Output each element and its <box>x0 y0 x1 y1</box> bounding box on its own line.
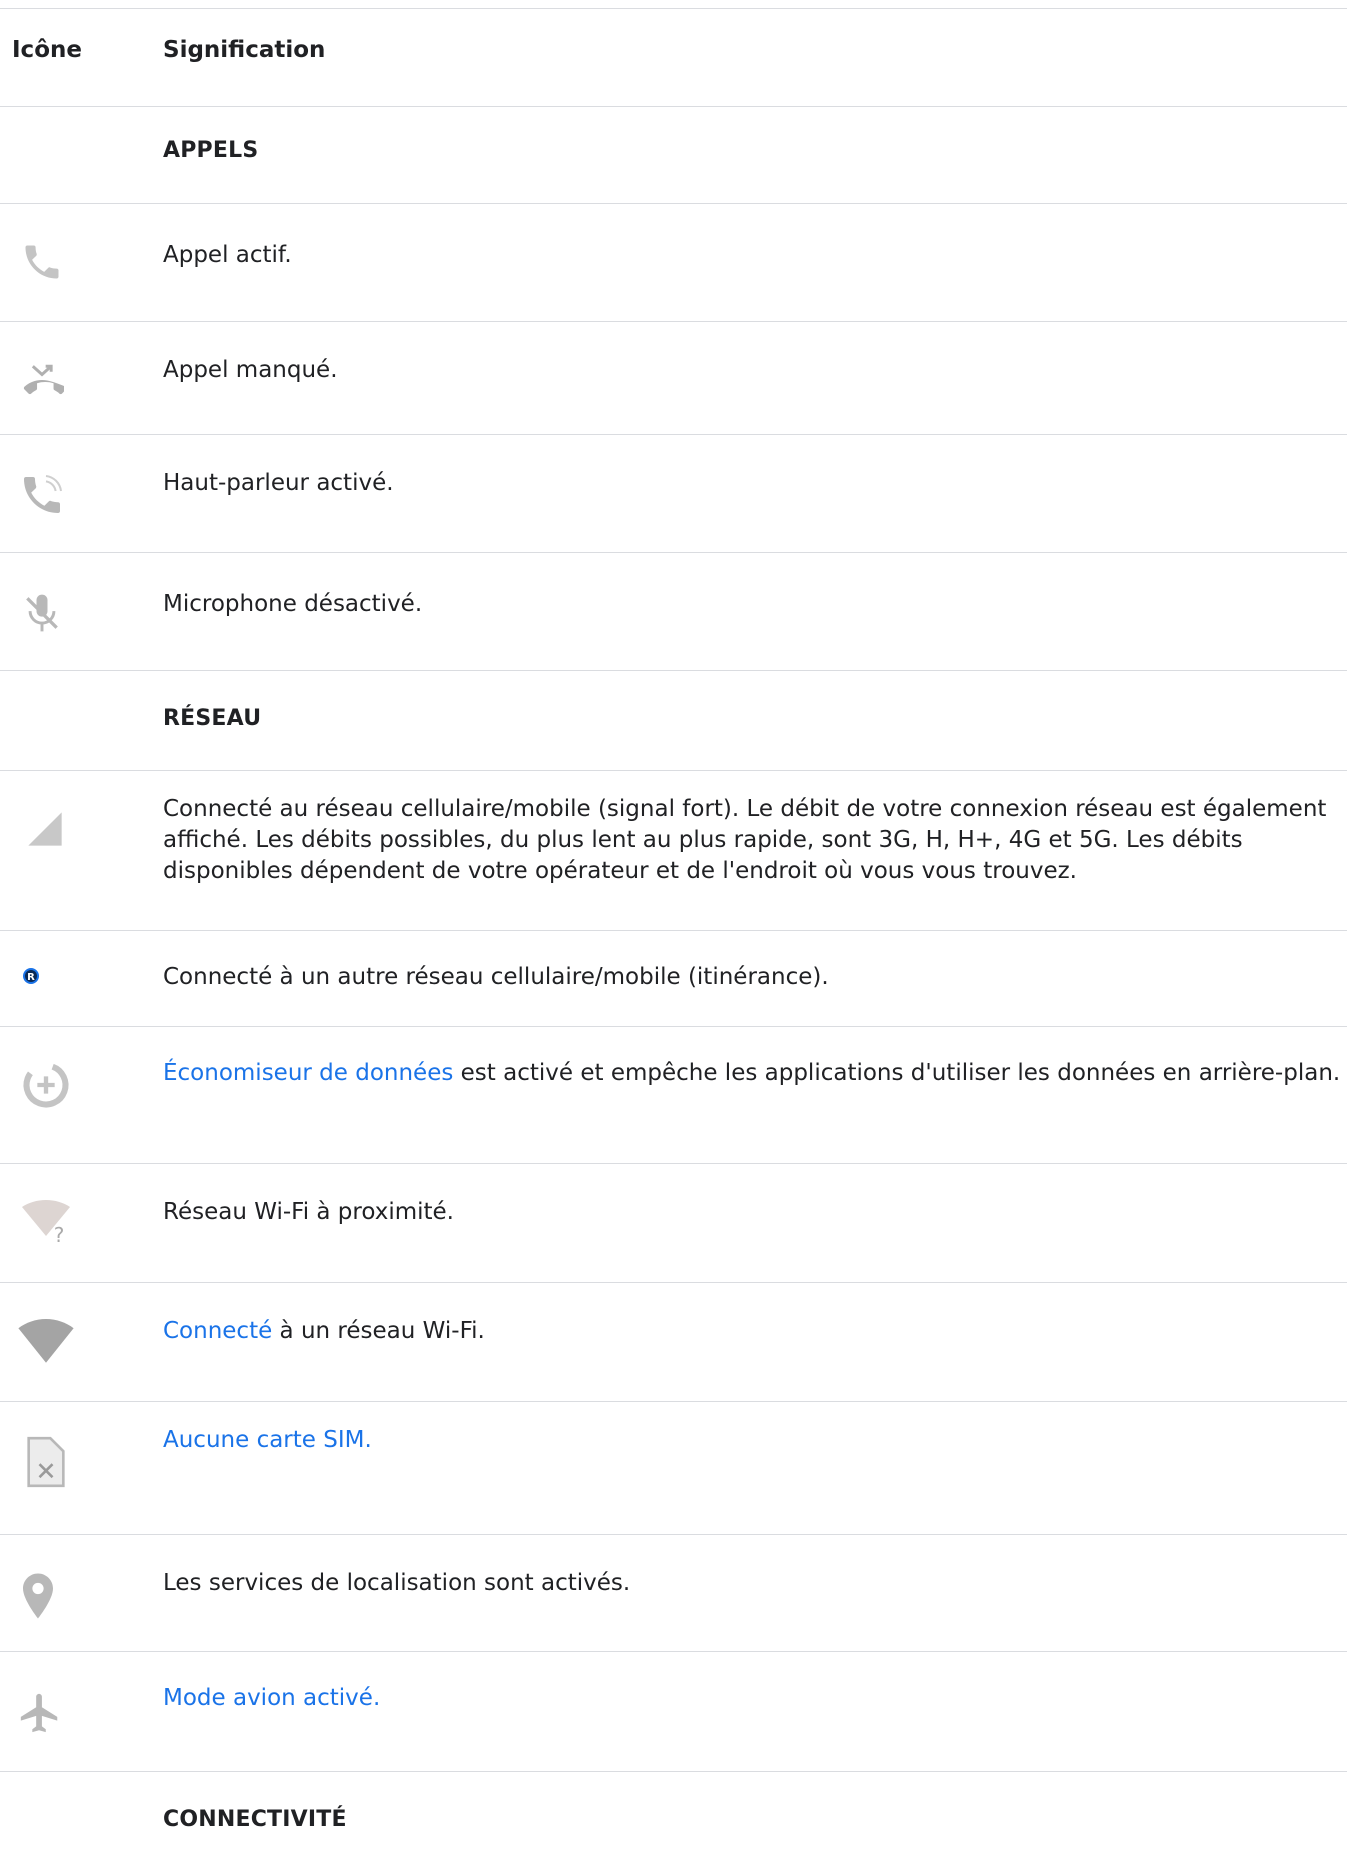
roaming-glyph: R <box>27 972 35 983</box>
cellular-signal-icon <box>22 809 68 849</box>
table-row: Microphone désactivé. <box>0 552 1347 671</box>
location-pin-icon <box>18 1573 58 1619</box>
missed-call-icon <box>14 358 70 402</box>
table-row: Mode avion activé. <box>0 1651 1347 1772</box>
wifi-connected-link[interactable]: Connecté <box>163 1318 272 1344</box>
table-row: ? Réseau Wi-Fi à proximité. <box>0 1163 1347 1283</box>
table-row: Connecté au réseau cellulaire/mobile (si… <box>0 770 1347 931</box>
mic-off-icon <box>14 589 70 637</box>
row-text: Haut-parleur activé. <box>163 470 394 496</box>
table-row: Économiseur de données est activé et emp… <box>0 1026 1347 1164</box>
no-sim-icon <box>18 1436 74 1488</box>
phone-icon <box>14 240 70 284</box>
data-saver-link[interactable]: Économiseur de données <box>163 1060 453 1086</box>
table-row: Appel manqué. <box>0 321 1347 435</box>
table-row: Connecté à un réseau Wi-Fi. <box>0 1282 1347 1402</box>
wifi-icon <box>18 1319 74 1365</box>
section-title-connectivity: CONNECTIVITÉ <box>163 1807 347 1832</box>
wifi-connected-text: à un réseau Wi-Fi. <box>272 1318 485 1344</box>
table-row: Aucune carte SIM. <box>0 1401 1347 1535</box>
table-row: Les services de localisation sont activé… <box>0 1534 1347 1652</box>
row-text: Microphone désactivé. <box>163 591 423 617</box>
section-title-network: RÉSEAU <box>163 706 262 731</box>
airplane-mode-link[interactable]: Mode avion activé. <box>163 1685 380 1711</box>
header-icon-column: Icône <box>12 37 82 63</box>
wifi-question-glyph: ? <box>54 1223 65 1244</box>
row-text: Connecté à un réseau Wi-Fi. <box>163 1316 1347 1347</box>
data-saver-text: est activé et empêche les applications d… <box>453 1060 1341 1086</box>
row-text: Mode avion activé. <box>163 1683 1347 1714</box>
speakerphone-icon <box>14 471 70 519</box>
roaming-icon: R <box>16 967 46 985</box>
row-text: Aucune carte SIM. <box>163 1425 1347 1456</box>
section-title-calls: APPELS <box>163 138 259 163</box>
row-text: Connecté au réseau cellulaire/mobile (si… <box>163 796 1327 884</box>
data-saver-icon <box>18 1059 74 1111</box>
row-text: Connecté à un autre réseau cellulaire/mo… <box>163 964 829 990</box>
section-row-connectivity: CONNECTIVITÉ <box>0 1771 1347 1872</box>
section-row-network: RÉSEAU <box>0 670 1347 771</box>
section-row-calls: APPELS <box>0 106 1347 193</box>
table-row: Haut-parleur activé. <box>0 434 1347 553</box>
row-text: Appel manqué. <box>163 357 338 383</box>
header-meaning-column: Signification <box>163 37 326 63</box>
table-header-row: Icône Signification <box>0 8 1347 91</box>
table-row: R Connecté à un autre réseau cellulaire/… <box>0 930 1347 1027</box>
row-text: Les services de localisation sont activé… <box>163 1570 631 1596</box>
no-sim-link[interactable]: Aucune carte SIM. <box>163 1427 372 1453</box>
row-text: Appel actif. <box>163 242 292 268</box>
wifi-question-icon: ? <box>18 1200 74 1244</box>
row-text: Économiseur de données est activé et emp… <box>163 1058 1347 1089</box>
table-row: Appel actif. <box>0 203 1347 322</box>
airplane-icon <box>12 1690 68 1736</box>
row-text: Réseau Wi-Fi à proximité. <box>163 1199 454 1225</box>
